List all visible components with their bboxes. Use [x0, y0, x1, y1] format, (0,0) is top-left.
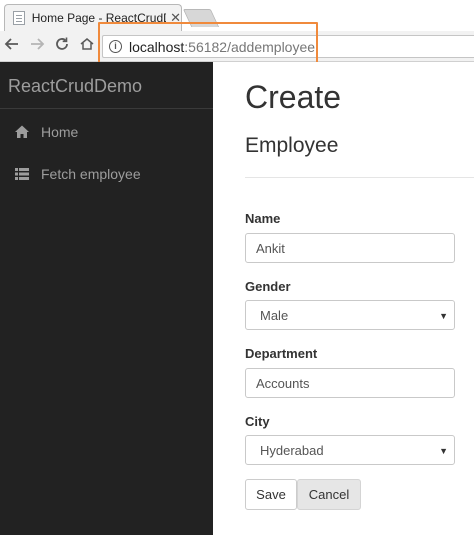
city-select-value: Hyderabad: [260, 442, 324, 458]
city-select[interactable]: Hyderabad ▼: [245, 435, 455, 465]
reload-icon[interactable]: [52, 36, 72, 56]
home-icon[interactable]: [77, 36, 97, 56]
name-input[interactable]: Ankit: [245, 233, 455, 263]
name-label: Name: [245, 211, 281, 226]
sidebar-item-label: Fetch employee: [41, 166, 141, 182]
dropdown-arrow-icon: ▼: [439, 446, 448, 456]
city-label: City: [245, 414, 270, 429]
page-title: Create: [245, 79, 342, 115]
department-input[interactable]: Accounts: [245, 368, 455, 398]
gender-select[interactable]: Male ▼: [245, 300, 455, 330]
sidebar-item-label: Home: [41, 124, 79, 140]
title-divider: [245, 177, 474, 178]
dropdown-arrow-icon: ▼: [439, 311, 448, 321]
sidebar-item-fetch-employee[interactable]: Fetch employee: [0, 154, 213, 194]
name-input-value: Ankit: [256, 240, 285, 256]
cancel-button[interactable]: Cancel: [297, 479, 361, 510]
home-icon: [14, 124, 30, 140]
brand-link[interactable]: ReactCrudDemo: [8, 76, 142, 97]
sidebar: ReactCrudDemo Home Fetch employee: [0, 62, 213, 535]
back-icon[interactable]: [2, 36, 22, 56]
department-input-value: Accounts: [256, 375, 310, 391]
page-subtitle: Employee: [245, 134, 339, 157]
gender-select-value: Male: [260, 307, 289, 323]
save-button[interactable]: Save: [245, 479, 297, 510]
department-label: Department: [245, 346, 318, 361]
main-content: Create Employee Name Ankit Gender Male ▼…: [213, 62, 474, 535]
gender-label: Gender: [245, 279, 291, 294]
page-favicon-icon: [13, 11, 25, 25]
sidebar-divider: [0, 108, 213, 109]
list-icon: [14, 166, 30, 182]
forward-icon[interactable]: [27, 36, 47, 56]
sidebar-item-home[interactable]: Home: [0, 112, 213, 152]
